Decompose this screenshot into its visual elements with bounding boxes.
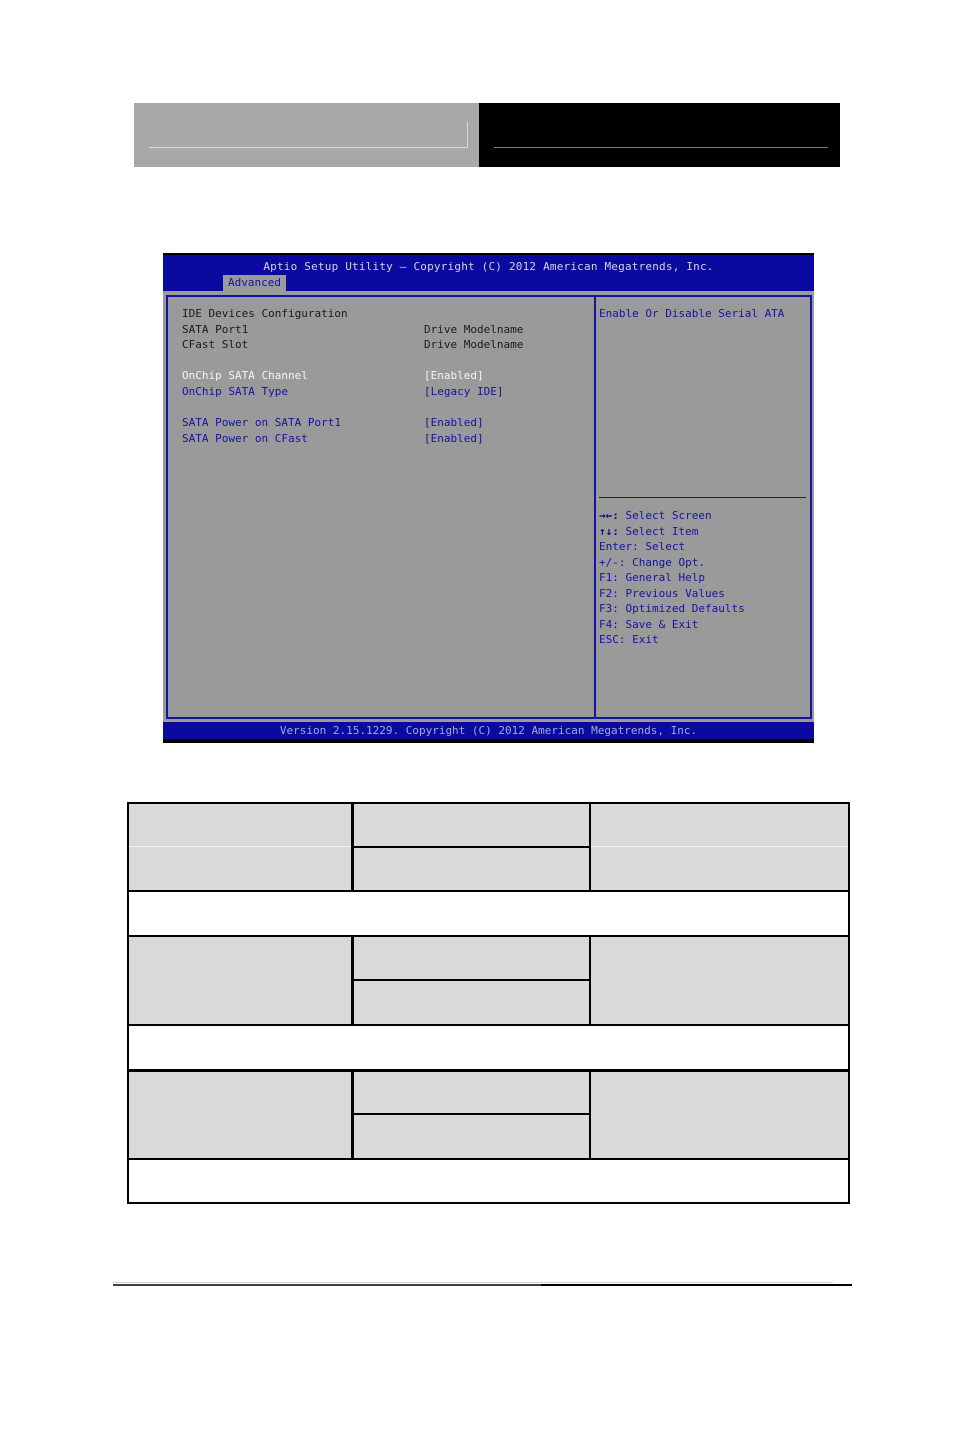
- table-description-row: [129, 1026, 848, 1069]
- key-help-action: Change Opt.: [625, 556, 705, 569]
- info-value-cfast-slot: Drive Modelname: [424, 338, 524, 351]
- info-label-cfast-slot: CFast Slot: [182, 338, 249, 351]
- settings-panel: IDE Devices Configuration SATA Port1 Dri…: [166, 295, 596, 719]
- key-help-enter: Enter: Select: [599, 540, 685, 553]
- key-help-key: F1:: [599, 571, 619, 584]
- key-help-f4: F4: Save & Exit: [599, 618, 698, 631]
- table-cell: [591, 937, 848, 1024]
- table-cell: [129, 804, 351, 890]
- setting-onchip-sata-channel[interactable]: OnChip SATA Channel: [182, 369, 308, 382]
- bios-footer: Version 2.15.1229. Copyright (C) 2012 Am…: [163, 722, 814, 739]
- key-help-action: Select: [638, 540, 686, 553]
- key-help-f2: F2: Previous Values: [599, 587, 725, 600]
- setting-sata-power-cfast[interactable]: SATA Power on CFast: [182, 432, 308, 445]
- help-panel: Enable Or Disable Serial ATA →←: Select …: [594, 295, 812, 719]
- table-description-row: [129, 1160, 848, 1202]
- tab-advanced[interactable]: Advanced: [223, 275, 286, 291]
- table-cell: [591, 1072, 848, 1158]
- footer-rule: [113, 1284, 541, 1286]
- key-help-action: Previous Values: [618, 587, 725, 600]
- table-divider-light: [129, 846, 351, 847]
- table-cell: [129, 937, 351, 1024]
- key-help-change-opt: +/-: Change Opt.: [599, 556, 705, 569]
- table-cell: [354, 1072, 589, 1158]
- table-divider: [354, 846, 589, 848]
- key-help-select-screen: →←: Select Screen: [599, 509, 712, 522]
- key-help-action: Select Item: [618, 525, 699, 538]
- table-description-row: [129, 892, 848, 935]
- key-help-action: Exit: [625, 633, 659, 646]
- info-value-sata-port1: Drive Modelname: [424, 323, 524, 336]
- key-help-esc: ESC: Exit: [599, 633, 659, 646]
- bios-title: Aptio Setup Utility – Copyright (C) 2012…: [263, 260, 714, 273]
- item-help-text: Enable Or Disable Serial ATA: [599, 307, 785, 320]
- table-divider: [354, 979, 589, 981]
- page-header-left: [134, 103, 479, 167]
- value-onchip-sata-channel[interactable]: [Enabled]: [424, 369, 484, 382]
- table-divider-light: [591, 846, 848, 847]
- header-rule: [149, 147, 467, 148]
- key-help-action: Save & Exit: [618, 618, 699, 631]
- info-label-sata-port1: SATA Port1: [182, 323, 249, 336]
- key-help-key: +/-:: [599, 556, 626, 569]
- key-help-key: ESC:: [599, 633, 626, 646]
- key-help-action: Optimized Defaults: [618, 602, 745, 615]
- help-separator: [599, 497, 806, 498]
- value-sata-power-cfast[interactable]: [Enabled]: [424, 432, 484, 445]
- key-help-key: Enter:: [599, 540, 639, 553]
- table-divider: [354, 1113, 589, 1115]
- key-help-key: F2:: [599, 587, 619, 600]
- value-onchip-sata-type[interactable]: [Legacy IDE]: [424, 385, 503, 398]
- header-rule: [494, 147, 828, 148]
- key-help-f3: F3: Optimized Defaults: [599, 602, 745, 615]
- table-cell: [129, 1072, 351, 1158]
- bios-title-bar: Aptio Setup Utility – Copyright (C) 2012…: [163, 255, 814, 291]
- section-title: IDE Devices Configuration: [182, 307, 348, 320]
- bios-body: IDE Devices Configuration SATA Port1 Dri…: [163, 291, 814, 722]
- arrows-up-down-icon: ↑↓:: [599, 525, 619, 538]
- header-rule-vertical: [467, 122, 468, 148]
- key-help-select-item: ↑↓: Select Item: [599, 525, 698, 538]
- key-help-key: F4:: [599, 618, 619, 631]
- key-help-f1: F1: General Help: [599, 571, 705, 584]
- key-help-action: General Help: [618, 571, 705, 584]
- key-help-action: Select Screen: [618, 509, 712, 522]
- setting-onchip-sata-type[interactable]: OnChip SATA Type: [182, 385, 288, 398]
- table-cell: [591, 804, 848, 890]
- setting-sata-power-port1[interactable]: SATA Power on SATA Port1: [182, 416, 341, 429]
- arrows-left-right-icon: →←:: [599, 509, 619, 522]
- page-header-right: [479, 103, 840, 167]
- key-help-key: F3:: [599, 602, 619, 615]
- value-sata-power-port1[interactable]: [Enabled]: [424, 416, 484, 429]
- bios-screen: Aptio Setup Utility – Copyright (C) 2012…: [163, 253, 814, 743]
- footer-rule-light: [113, 1282, 833, 1283]
- footer-rule: [541, 1284, 852, 1286]
